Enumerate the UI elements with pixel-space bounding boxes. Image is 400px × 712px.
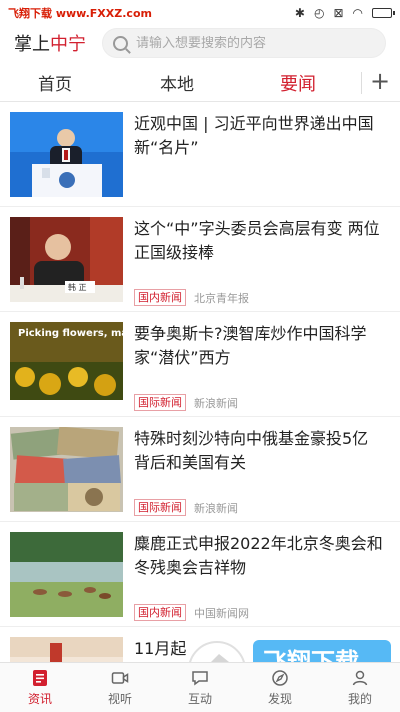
news-meta: 国内新闻 北京青年报	[134, 289, 249, 306]
category-tag: 国际新闻	[134, 499, 186, 516]
news-headline[interactable]: 11月起	[134, 637, 386, 661]
news-headline[interactable]: 这个“中”字头委员会高层有变 两位正国级接棒	[134, 217, 386, 265]
news-source: 新浪新闻	[194, 501, 238, 515]
nav-video[interactable]: 视听	[80, 663, 160, 712]
search-icon	[113, 35, 128, 51]
nav-video-label: 视听	[107, 691, 132, 706]
bottom-nav: 资讯 视听 互动 发现 我的	[0, 662, 400, 712]
news-feed: 近观中国 | 习近平向世界递出中国新“名片” 韩 正 这个“中”字头委员会高层有…	[0, 102, 400, 662]
video-icon	[111, 671, 129, 684]
news-source: 新浪新闻	[194, 396, 238, 410]
news-source: 北京青年报	[194, 291, 249, 305]
tab-home[interactable]: 首页	[38, 70, 72, 95]
thumb-caption: Picking flowers, making honey.	[18, 328, 123, 339]
nav-profile[interactable]: 我的	[320, 663, 400, 712]
news-headline[interactable]: 要争奥斯卡?澳智库炒作中国科学家“潜伏”西方	[134, 322, 386, 370]
nav-news[interactable]: 资讯	[0, 663, 80, 712]
news-meta: 国内新闻 中国新闻网	[134, 604, 249, 621]
add-channel-icon[interactable]: +	[368, 69, 392, 94]
tab-divider	[361, 72, 362, 94]
nav-interact-label: 互动	[187, 691, 212, 706]
news-meta: 国际新闻 新浪新闻	[134, 499, 238, 516]
brand-city: 中宁	[50, 34, 86, 55]
news-item[interactable]: 韩 正 这个“中”字头委员会高层有变 两位正国级接棒 国内新闻 北京青年报	[0, 207, 400, 312]
news-thumbnail: 韩 正	[10, 217, 123, 302]
news-thumbnail: Picking flowers, making honey.	[10, 322, 123, 407]
discover-icon	[272, 669, 288, 686]
news-thumbnail	[10, 427, 123, 512]
news-thumbnail	[10, 637, 123, 662]
top-bar: 掌上中宁	[0, 26, 400, 60]
news-headline[interactable]: 特殊时刻沙特向中俄基金豪投5亿 背后和美国有关	[134, 427, 386, 475]
news-item[interactable]: 特殊时刻沙特向中俄基金豪投5亿 背后和美国有关 国际新闻 新浪新闻	[0, 417, 400, 522]
category-tag: 国内新闻	[134, 289, 186, 306]
nav-profile-label: 我的	[347, 691, 372, 706]
news-meta: 国际新闻 新浪新闻	[134, 394, 238, 411]
nav-interact[interactable]: 互动	[160, 663, 240, 712]
profile-icon	[352, 670, 368, 685]
battery-icon	[372, 8, 395, 18]
news-item[interactable]: Picking flowers, making honey. 要争奥斯卡?澳智库…	[0, 312, 400, 417]
news-item[interactable]: 11月起	[0, 627, 400, 662]
bluetooth-icon: ✱	[294, 6, 305, 20]
category-tag: 国内新闻	[134, 604, 186, 621]
wifi-icon: ◠	[352, 6, 363, 20]
status-bar: 飞翔下载 www.FXXZ.com ✱ ◴ ⊠ ◠	[0, 0, 400, 26]
news-thumbnail	[10, 112, 123, 197]
tab-headlines[interactable]: 要闻	[280, 70, 316, 96]
alarm-icon: ◴	[313, 6, 325, 20]
brand-prefix: 掌上	[14, 34, 50, 55]
news-icon	[33, 669, 47, 686]
channel-tabs: 首页 本地 要闻 +	[0, 64, 400, 102]
news-headline[interactable]: 麋鹿正式申报2022年北京冬奥会和冬残奥会吉祥物	[134, 532, 386, 580]
news-headline[interactable]: 近观中国 | 习近平向世界递出中国新“名片”	[134, 112, 386, 160]
thumb-caption-line: Picking flowers, making honey.	[18, 328, 123, 339]
status-icons: ✱ ◴ ⊠ ◠	[294, 6, 395, 20]
search-input[interactable]	[136, 35, 375, 51]
sim-off-icon: ⊠	[333, 6, 344, 20]
news-item[interactable]: 麋鹿正式申报2022年北京冬奥会和冬残奥会吉祥物 国内新闻 中国新闻网	[0, 522, 400, 627]
tab-local[interactable]: 本地	[160, 70, 194, 95]
search-box[interactable]	[102, 28, 386, 58]
app-brand: 掌上中宁	[14, 30, 86, 56]
nav-news-label: 资讯	[27, 691, 52, 706]
nameplate-text: 韩 正	[68, 282, 87, 292]
category-tag: 国际新闻	[134, 394, 186, 411]
nav-discover-label: 发现	[267, 691, 292, 706]
chat-icon	[192, 670, 208, 685]
news-thumbnail	[10, 532, 123, 617]
watermark-text: 飞翔下载 www.FXXZ.com	[8, 7, 152, 20]
nav-discover[interactable]: 发现	[240, 663, 320, 712]
news-source: 中国新闻网	[194, 606, 249, 620]
news-item[interactable]: 近观中国 | 习近平向世界递出中国新“名片”	[0, 102, 400, 207]
